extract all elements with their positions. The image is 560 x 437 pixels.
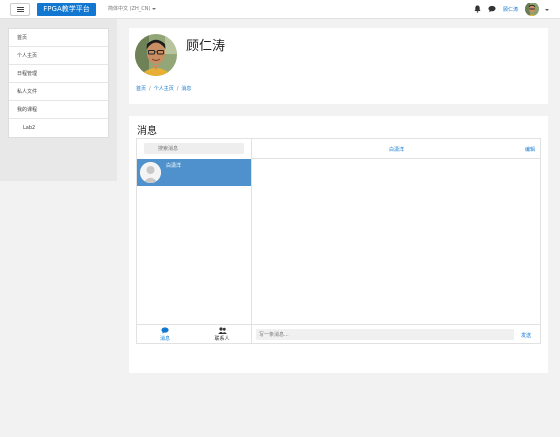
search-messages-input[interactable] bbox=[144, 143, 244, 154]
drawer-item-my-courses[interactable]: 我的课程 bbox=[9, 101, 108, 119]
edit-button[interactable]: 编辑 bbox=[525, 146, 535, 153]
conversation-header: 白潇洋 编辑 bbox=[252, 139, 541, 159]
drawer-item-calendar[interactable]: 日程管理 bbox=[9, 65, 108, 83]
conversation-contact-name[interactable]: 白潇洋 bbox=[252, 146, 541, 153]
chevron-down-icon bbox=[152, 7, 157, 10]
breadcrumb-separator: / bbox=[149, 86, 151, 92]
users-icon bbox=[217, 327, 227, 334]
user-name-link[interactable]: 顾仁涛 bbox=[503, 6, 518, 13]
contact-avatar bbox=[140, 162, 161, 183]
profile-avatar bbox=[135, 34, 177, 76]
message-input[interactable] bbox=[256, 329, 514, 340]
messages-card: 消息 白潇洋 消息 bbox=[129, 116, 548, 373]
conversation-pane: 白潇洋 编辑 发送 bbox=[252, 139, 541, 343]
contact-name: 白潇洋 bbox=[166, 163, 182, 169]
drawer-item-private-files[interactable]: 私人文件 bbox=[9, 83, 108, 101]
profile-header: 顾仁涛 首页 / 个人主页 / 消息 bbox=[129, 28, 548, 104]
page-title: 消息 bbox=[137, 126, 157, 137]
user-avatar[interactable] bbox=[525, 2, 539, 16]
breadcrumb-profile[interactable]: 个人主页 bbox=[154, 86, 174, 92]
breadcrumb-messages[interactable]: 消息 bbox=[181, 86, 191, 92]
contacts-pane: 白潇洋 消息 联系人 bbox=[137, 139, 252, 343]
contacts-pane-footer: 消息 联系人 bbox=[137, 324, 251, 343]
nav-drawer: 首页 个人主页 日程管理 私人文件 我的课程 Lab2 bbox=[8, 28, 109, 138]
profile-name: 顾仁涛 bbox=[186, 39, 226, 54]
tab-messages[interactable]: 消息 bbox=[145, 327, 185, 342]
language-label: 简体中文 (ZH_CN) bbox=[108, 6, 151, 12]
breadcrumb-separator: / bbox=[176, 86, 179, 92]
chat-icon[interactable] bbox=[488, 5, 496, 13]
bell-icon[interactable] bbox=[474, 5, 481, 13]
contact-item[interactable]: 白潇洋 bbox=[137, 159, 251, 186]
tab-contacts[interactable]: 联系人 bbox=[202, 327, 242, 342]
language-selector[interactable]: 简体中文 (ZH_CN) bbox=[108, 5, 157, 12]
drawer-item-home[interactable]: 首页 bbox=[9, 29, 108, 47]
tab-contacts-label: 联系人 bbox=[214, 336, 230, 342]
breadcrumb: 首页 / 个人主页 / 消息 bbox=[136, 85, 191, 92]
send-button[interactable]: 发送 bbox=[521, 332, 531, 339]
breadcrumb-home[interactable]: 首页 bbox=[136, 86, 146, 92]
drawer-item-profile[interactable]: 个人主页 bbox=[9, 47, 108, 65]
compose-bar: 发送 bbox=[252, 324, 541, 343]
messages-panel: 白潇洋 消息 联系人 bbox=[136, 138, 541, 344]
tab-messages-label: 消息 bbox=[159, 336, 170, 342]
top-navbar: FPGA教学平台 简体中文 (ZH_CN) 顾仁涛 bbox=[0, 0, 560, 19]
user-menu-chevron-icon[interactable] bbox=[545, 9, 549, 11]
drawer-item-course-lab2[interactable]: Lab2 bbox=[9, 119, 108, 137]
brand-logo-link[interactable]: FPGA教学平台 bbox=[37, 3, 96, 16]
menu-toggle-button[interactable] bbox=[10, 3, 30, 16]
chat-icon bbox=[161, 327, 169, 334]
